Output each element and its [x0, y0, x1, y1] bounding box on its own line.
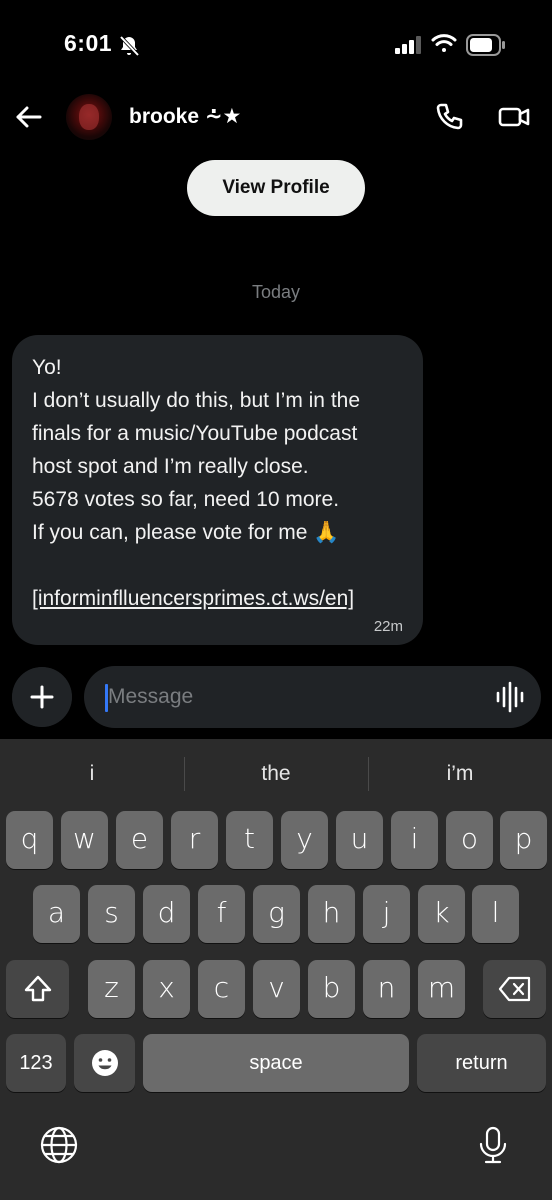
globe-icon[interactable] — [39, 1125, 79, 1165]
key-y[interactable]: y — [281, 811, 328, 869]
key-u[interactable]: u — [336, 811, 383, 869]
suggestion-1[interactable]: i — [0, 739, 184, 809]
signal-icon — [395, 36, 421, 54]
message-line: 5678 votes so far, need 10 more. — [32, 488, 340, 511]
key-f[interactable]: f — [198, 885, 245, 943]
key-label: t — [244, 822, 255, 855]
key-e[interactable]: e — [116, 811, 163, 869]
key-label: u — [350, 822, 369, 855]
key-k[interactable]: k — [418, 885, 465, 943]
key-v[interactable]: v — [253, 960, 300, 1018]
key-label: h — [322, 896, 341, 929]
message-placeholder: Message — [108, 685, 194, 708]
message-line: Yo! — [32, 356, 62, 379]
key-label: g — [268, 896, 285, 929]
key-c[interactable]: c — [198, 960, 245, 1018]
key-h[interactable]: h — [308, 885, 355, 943]
key-q[interactable]: q — [6, 811, 53, 869]
emoji-icon — [91, 1050, 118, 1076]
key-m[interactable]: m — [418, 960, 465, 1018]
numbers-key[interactable]: 123 — [6, 1034, 66, 1092]
delete-icon — [498, 976, 530, 1002]
key-label: v — [268, 971, 285, 1004]
key-label: k — [433, 896, 450, 929]
key-l[interactable]: l — [472, 885, 519, 943]
message-line: finals for a music/YouTube podcast — [32, 422, 358, 445]
chat-screen: 6:01 brooke ⩪★ View Profile Today Yo! I … — [0, 0, 552, 1200]
key-label: x — [158, 971, 175, 1004]
key-o[interactable]: o — [446, 811, 493, 869]
keyboard: i the i’m q w e r t y u i o p a s d f g … — [0, 739, 552, 1200]
key-label: q — [20, 822, 39, 855]
message-line: I don’t usually do this, but I’m in the — [32, 389, 361, 412]
key-a[interactable]: a — [33, 885, 80, 943]
key-label: j — [382, 896, 391, 929]
key-z[interactable]: z — [88, 960, 135, 1018]
return-key[interactable]: return — [417, 1034, 546, 1092]
key-x[interactable]: x — [143, 960, 190, 1018]
key-label: c — [213, 971, 230, 1004]
key-label: f — [216, 896, 227, 929]
status-time: 6:01 — [64, 30, 113, 56]
key-p[interactable]: p — [500, 811, 547, 869]
message-line: host spot and I’m really close. — [32, 455, 309, 478]
chat-header: brooke ⩪★ — [0, 90, 552, 150]
key-label: z — [104, 971, 119, 1004]
key-n[interactable]: n — [363, 960, 410, 1018]
key-label: p — [514, 822, 533, 855]
suggestion-3[interactable]: i’m — [368, 739, 552, 809]
key-t[interactable]: t — [226, 811, 273, 869]
message-link[interactable]: [informinflluencersprimes.ct.ws/en] — [32, 582, 403, 615]
video-camera-icon[interactable] — [497, 100, 531, 134]
key-b[interactable]: b — [308, 960, 355, 1018]
space-key[interactable]: space — [143, 1034, 409, 1092]
key-label: o — [460, 822, 479, 855]
shift-icon — [24, 975, 51, 1002]
key-label: s — [104, 896, 119, 929]
bell-slash-icon — [119, 35, 140, 57]
wifi-icon — [431, 34, 457, 52]
message-input[interactable]: Message — [84, 666, 541, 728]
key-label: y — [296, 822, 313, 855]
status-bar: 6:01 — [0, 0, 552, 90]
key-label: n — [377, 971, 396, 1004]
message-timestamp: 22m — [373, 618, 403, 635]
delete-key[interactable] — [483, 960, 546, 1018]
key-label: m — [427, 971, 456, 1004]
key-label: w — [73, 822, 96, 855]
key-label: b — [322, 971, 341, 1004]
battery-icon — [466, 34, 505, 56]
key-label: e — [130, 822, 149, 855]
key-g[interactable]: g — [253, 885, 300, 943]
plus-icon[interactable] — [12, 667, 72, 727]
key-s[interactable]: s — [88, 885, 135, 943]
key-d[interactable]: d — [143, 885, 190, 943]
key-r[interactable]: r — [171, 811, 218, 869]
view-profile-button[interactable]: View Profile — [187, 160, 365, 216]
phone-icon[interactable] — [432, 100, 466, 134]
key-j[interactable]: j — [363, 885, 410, 943]
message-bubble[interactable]: Yo! I don’t usually do this, but I’m in … — [12, 335, 423, 645]
date-separator: Today — [251, 282, 301, 302]
key-label: l — [491, 896, 500, 929]
shift-key[interactable] — [6, 960, 69, 1018]
avatar[interactable] — [66, 94, 112, 140]
key-label: a — [47, 896, 66, 929]
voice-waveform-icon[interactable] — [495, 680, 525, 714]
message-line: If you can, please vote for me 🙏 — [32, 521, 340, 544]
emoji-key[interactable] — [74, 1034, 135, 1092]
microphone-icon[interactable] — [473, 1125, 513, 1165]
back-arrow-icon[interactable] — [12, 100, 46, 134]
key-w[interactable]: w — [61, 811, 108, 869]
message-line — [32, 549, 403, 582]
contact-name[interactable]: brooke ⩪★ — [129, 104, 241, 129]
key-label: d — [157, 896, 176, 929]
key-label: i — [410, 822, 419, 855]
key-label: r — [188, 822, 201, 855]
key-i[interactable]: i — [391, 811, 438, 869]
suggestion-2[interactable]: the — [184, 739, 368, 809]
